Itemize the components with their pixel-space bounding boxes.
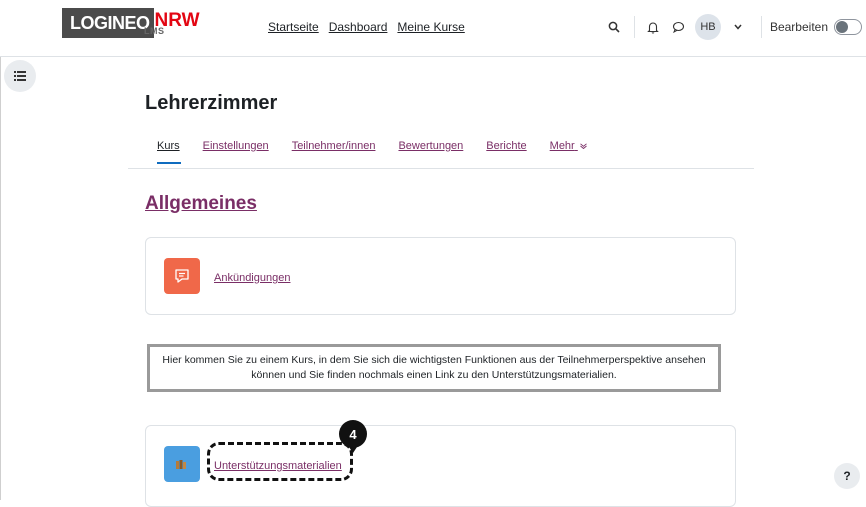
notification-bell-icon[interactable]	[643, 17, 663, 37]
edit-mode-toggle[interactable]	[834, 19, 862, 35]
course-index-toggle[interactable]	[4, 60, 36, 92]
course-secondary-navigation: Kurs Einstellungen Teilnehmer/innen Bewe…	[157, 140, 587, 152]
course-title: Lehrerzimmer	[145, 92, 278, 114]
navbar-right: HB Bearbeiten	[604, 13, 866, 41]
tab-mehr-label: Mehr	[549, 140, 575, 152]
tabs-divider	[128, 168, 754, 169]
active-tab-indicator	[157, 162, 181, 164]
nav-link-dashboard[interactable]: Dashboard	[329, 20, 388, 34]
activity-card-forum: Ankündigungen	[145, 237, 736, 315]
chevron-down-icon	[579, 140, 587, 152]
site-logo[interactable]: LOGINEO NRW LMS	[62, 8, 200, 38]
user-avatar[interactable]: HB	[694, 14, 721, 40]
frame-left	[0, 0, 1, 500]
list-icon	[14, 71, 26, 81]
section-info-text: Hier kommen Sie zu einem Kurs, in dem Si…	[147, 344, 721, 392]
chevron-down-icon[interactable]	[731, 24, 745, 30]
top-navbar: LOGINEO NRW LMS Startseite Dashboard Mei…	[0, 0, 866, 57]
tab-teilnehmer[interactable]: Teilnehmer/innen	[292, 140, 376, 152]
section-title[interactable]: Allgemeines	[145, 193, 257, 215]
messages-icon[interactable]	[669, 17, 689, 37]
activity-link-ankuendigungen[interactable]: Ankündigungen	[214, 272, 290, 284]
tab-einstellungen[interactable]: Einstellungen	[203, 140, 269, 152]
tab-bewertungen[interactable]: Bewertungen	[398, 140, 463, 152]
tab-berichte[interactable]: Berichte	[486, 140, 526, 152]
nav-link-meine-kurse[interactable]: Meine Kurse	[397, 20, 464, 34]
forum-icon	[164, 258, 200, 294]
nav-link-startseite[interactable]: Startseite	[268, 20, 319, 34]
folder-icon	[164, 446, 200, 482]
tab-mehr[interactable]: Mehr	[550, 140, 587, 152]
primary-navigation: Startseite Dashboard Meine Kurse	[268, 20, 465, 34]
callout-highlight-box	[207, 442, 353, 481]
edit-mode-label: Bearbeiten	[769, 20, 828, 34]
navbar-divider	[633, 16, 635, 38]
tab-kurs[interactable]: Kurs	[157, 140, 180, 152]
navbar-divider-2	[760, 16, 762, 38]
callout-number-marker: 4	[339, 420, 367, 448]
logo-sub: LMS	[144, 26, 165, 36]
logo-main: LOGINEO	[62, 8, 154, 38]
search-icon[interactable]	[604, 17, 624, 37]
help-button[interactable]: ?	[834, 463, 860, 489]
